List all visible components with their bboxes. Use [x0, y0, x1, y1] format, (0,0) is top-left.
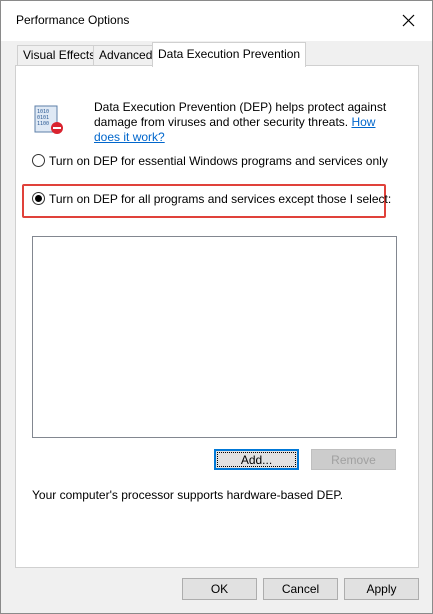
- remove-button[interactable]: Remove: [311, 449, 396, 470]
- tab-data-execution-prevention[interactable]: Data Execution Prevention: [152, 42, 307, 67]
- performance-options-window: Performance Options Visual Effects Advan…: [0, 0, 433, 614]
- dep-shield-icon: 1010 0101 1100: [34, 105, 63, 134]
- radio-essential-label: Turn on DEP for essential Windows progra…: [49, 154, 388, 168]
- close-icon: [402, 14, 415, 27]
- tab-advanced[interactable]: Advanced: [93, 45, 159, 66]
- remove-button-label: Remove: [331, 453, 376, 467]
- radio-all-row[interactable]: Turn on DEP for all programs and service…: [32, 192, 391, 206]
- dep-description-text: Data Execution Prevention (DEP) helps pr…: [94, 100, 387, 129]
- apply-button[interactable]: Apply: [344, 578, 419, 600]
- exceptions-listbox[interactable]: [32, 236, 397, 438]
- close-button[interactable]: [386, 1, 432, 41]
- title-bar[interactable]: Performance Options: [1, 1, 432, 41]
- focus-ring: [217, 452, 296, 467]
- svg-text:1100: 1100: [37, 121, 49, 127]
- processor-support-text: Your computer's processor supports hardw…: [32, 488, 344, 502]
- add-button[interactable]: Add...: [214, 449, 299, 470]
- cancel-button[interactable]: Cancel: [263, 578, 338, 600]
- radio-essential-row[interactable]: Turn on DEP for essential Windows progra…: [32, 154, 388, 168]
- dep-tab-panel: 1010 0101 1100 Data Execution Prevention…: [15, 65, 419, 568]
- tab-visual-effects[interactable]: Visual Effects: [17, 45, 102, 66]
- ok-button[interactable]: OK: [182, 578, 257, 600]
- radio-all-programs[interactable]: [32, 192, 45, 205]
- window-title: Performance Options: [16, 13, 130, 27]
- radio-essential[interactable]: [32, 154, 45, 167]
- dep-description: Data Execution Prevention (DEP) helps pr…: [94, 100, 394, 145]
- radio-all-label: Turn on DEP for all programs and service…: [49, 192, 392, 206]
